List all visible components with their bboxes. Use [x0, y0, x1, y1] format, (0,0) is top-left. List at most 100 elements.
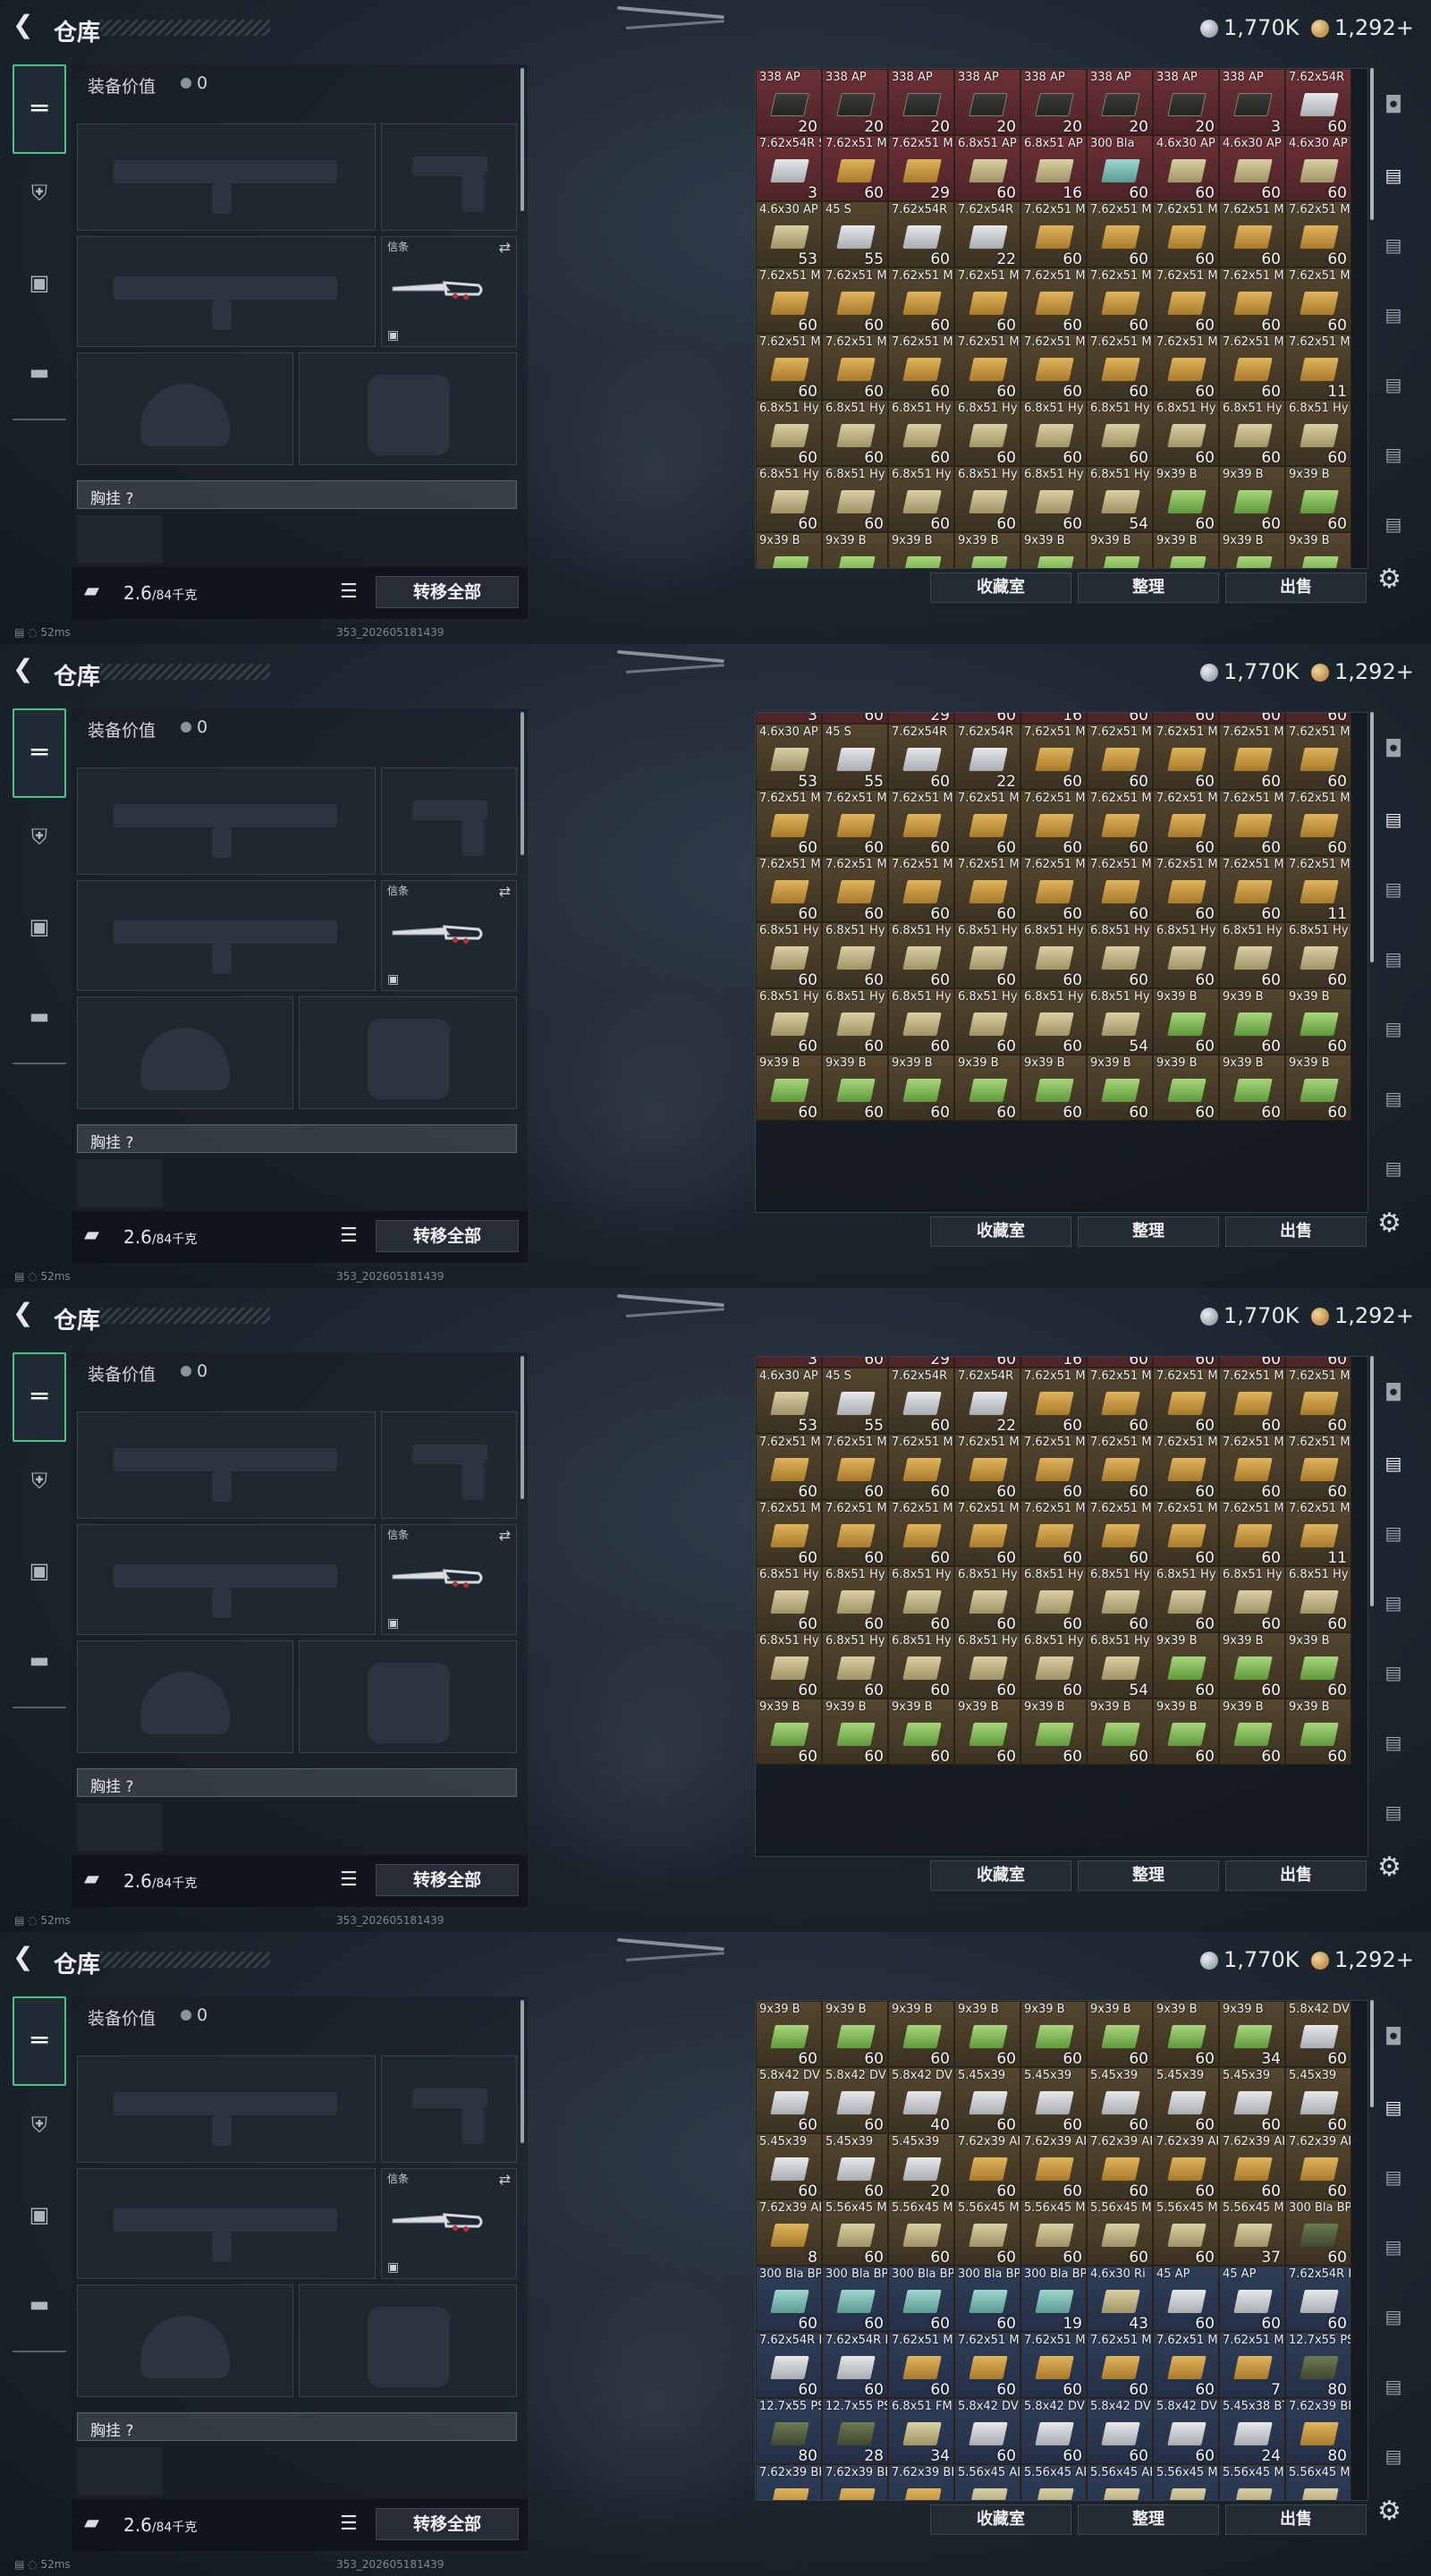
all-items-icon[interactable]: ◘: [1374, 86, 1413, 125]
secondary-weapon-slot[interactable]: [77, 880, 376, 991]
stash-item[interactable]: 7.62x51 M 60: [1285, 724, 1351, 790]
stash-item[interactable]: 9x39 B60: [954, 1055, 1020, 1121]
pistol-slot[interactable]: [381, 2055, 517, 2163]
transfer-all-button[interactable]: 转移全部: [376, 2508, 519, 2540]
swap-icon[interactable]: ⇄: [499, 239, 511, 256]
stash-item[interactable]: 9x39 B 34: [1219, 2001, 1285, 2067]
stash-item[interactable]: 7.62x51 M 60: [1219, 1434, 1285, 1500]
gear-icon[interactable]: ⚙: [1377, 564, 1401, 595]
sell-button[interactable]: 出售: [1225, 2504, 1367, 2535]
stash-item[interactable]: 6.8x51 Hy 60: [1020, 466, 1087, 532]
stash-item[interactable]: 7.62x51 M 60: [756, 1434, 822, 1500]
stash-item[interactable]: 6.8x51 Hy 60: [1285, 1566, 1351, 1632]
stash-item[interactable]: 6.8x51 Hy 60: [822, 400, 888, 466]
stash-item[interactable]: 7.62x51 M 60: [888, 1500, 954, 1566]
stash-item[interactable]: 7.62x51 M 11: [1285, 856, 1351, 922]
stash-item[interactable]: 7.62x51 M 11: [1285, 334, 1351, 400]
stash-item[interactable]: 16: [1020, 1357, 1087, 1368]
stash-item[interactable]: 7.62x51 M 60: [1087, 790, 1153, 856]
stash-item[interactable]: 6.8x51 Hy 60: [822, 1632, 888, 1699]
transfer-all-button[interactable]: 转移全部: [376, 1220, 519, 1252]
stash-item[interactable]: 12.7x55 PS 80: [1285, 2332, 1351, 2398]
stash-item[interactable]: 6.8x51 Hy 54: [1087, 1632, 1153, 1699]
sort-button[interactable]: 整理: [1078, 572, 1219, 603]
stash-item[interactable]: 7.62x51 M 60: [1219, 267, 1285, 334]
gear-icon[interactable]: ⚙: [1377, 1852, 1401, 1883]
all-items-icon[interactable]: ◘: [1374, 1374, 1413, 1413]
stash-item[interactable]: 6.8x51 Hy 60: [1087, 400, 1153, 466]
stash-item[interactable]: 7.62x51 M 60: [954, 856, 1020, 922]
stash-item[interactable]: 9x39 B60: [888, 2001, 954, 2067]
primary-weapon-slot[interactable]: [77, 2055, 376, 2163]
stash-item[interactable]: 9x39 B60: [1153, 988, 1219, 1055]
stash-item[interactable]: 7.62x54R 60: [888, 1368, 954, 1434]
silver-balance[interactable]: 1,770K: [1200, 1303, 1299, 1328]
ammo-filter-icon[interactable]: ▤: [1374, 1444, 1413, 1483]
stash-item[interactable]: 7.62x51 M 60: [954, 267, 1020, 334]
stash-item[interactable]: 5.56x45 M855A1: [1285, 2464, 1351, 2500]
stash-item[interactable]: 7.62x51 M 60: [1285, 790, 1351, 856]
stash-item[interactable]: 5.45x39 60: [1087, 2067, 1153, 2133]
sort-button[interactable]: 整理: [1078, 1860, 1219, 1891]
stash-item[interactable]: 45 S 55: [822, 724, 888, 790]
stash-item[interactable]: 7.62x51 M 60: [1020, 790, 1087, 856]
stash-item[interactable]: 9x39 B60: [1020, 1699, 1087, 1765]
stash-item[interactable]: 7.62x51 M 60: [888, 267, 954, 334]
stash-item[interactable]: 7.62x51 M 60: [888, 1434, 954, 1500]
stash-item[interactable]: 9x39 B60: [1087, 532, 1153, 568]
ammo-filter-icon[interactable]: ▤: [1374, 800, 1413, 839]
stash-item[interactable]: 5.45x38 BT 24: [1219, 2398, 1285, 2464]
armor-icon[interactable]: ⛨: [18, 816, 61, 859]
stash-item[interactable]: 4.6x30 AP 53: [756, 1368, 822, 1434]
stash-item[interactable]: 7.62x51 M 60: [888, 790, 954, 856]
pistol-slot[interactable]: [381, 123, 517, 231]
stash-item[interactable]: 7.62x51 M 60: [954, 2332, 1020, 2398]
vest-icon[interactable]: ▣: [18, 2193, 61, 2236]
stash-item[interactable]: 5.56x45 M 37: [1219, 2199, 1285, 2266]
all-items-icon[interactable]: ◘: [1374, 730, 1413, 769]
stash-item[interactable]: 9x39 B60: [1153, 1632, 1219, 1699]
gold-balance[interactable]: 1,292+: [1311, 1947, 1414, 1972]
stash-item[interactable]: 5.56x45 AP: [954, 2464, 1020, 2500]
stash-item[interactable]: 9x39 B60: [1153, 532, 1219, 568]
stash-item[interactable]: 4.6x30 AP 60: [1285, 135, 1351, 201]
stash-item[interactable]: 7.62x51 M 60: [1020, 2332, 1087, 2398]
ammo-filter-icon[interactable]: ▤: [1374, 2088, 1413, 2127]
stash-item[interactable]: 9x39 B60: [888, 1055, 954, 1121]
stash-item[interactable]: 9x39 B60: [822, 532, 888, 568]
ammo-filter-icon[interactable]: ▤: [1374, 295, 1413, 335]
stash-item[interactable]: 4.6x30 AP 53: [756, 724, 822, 790]
helmet-slot[interactable]: [77, 1640, 293, 1753]
stash-item[interactable]: 9x39 B60: [1153, 1055, 1219, 1121]
stash-item[interactable]: 6.8x51 Hy 60: [1020, 1566, 1087, 1632]
stash-item[interactable]: 9x39 B60: [822, 1699, 888, 1765]
swap-icon[interactable]: ⇄: [499, 1527, 511, 1544]
chest-rig-slot[interactable]: [77, 1803, 163, 1852]
stash-item[interactable]: 7.62x51 M 60: [822, 135, 888, 201]
stash-item[interactable]: 7.62x39 AP 60: [1153, 2133, 1219, 2199]
stash-item[interactable]: 9x39 B60: [1153, 2001, 1219, 2067]
case-icon[interactable]: ▬: [18, 351, 61, 394]
stash-item[interactable]: 7.62x51 M 60: [1219, 201, 1285, 267]
stash-item[interactable]: 7.62x51 M 60: [1153, 1500, 1219, 1566]
stash-item[interactable]: 45 S 55: [822, 1368, 888, 1434]
stash-item[interactable]: 6.8x51 Hy 60: [1153, 1566, 1219, 1632]
primary-weapon-slot[interactable]: [77, 123, 376, 231]
stash-item[interactable]: 6.8x51 Hy 60: [954, 988, 1020, 1055]
stash-item[interactable]: 7.62x51 M 60: [1087, 267, 1153, 334]
ammo-filter-icon[interactable]: ▤: [1374, 2436, 1413, 2476]
stash-item[interactable]: 4.6x30 AP 60: [1153, 135, 1219, 201]
stash-item[interactable]: 6.8x51 Hy 60: [888, 1632, 954, 1699]
armor-icon[interactable]: ⛨: [18, 2104, 61, 2147]
ammo-filter-icon[interactable]: ▤: [1374, 1079, 1413, 1118]
ammo-filter-icon[interactable]: ▤: [1374, 1513, 1413, 1553]
stash-item[interactable]: 7.62x51 M 60: [822, 334, 888, 400]
equipment-scrollbar[interactable]: [521, 2000, 524, 2143]
ammo-filter-icon[interactable]: ▤: [1374, 1583, 1413, 1623]
stash-item[interactable]: 9x39 B60: [756, 532, 822, 568]
stash-item[interactable]: 7.62x51 M 11: [1285, 1500, 1351, 1566]
ammo-filter-icon[interactable]: ▤: [1374, 1009, 1413, 1048]
stash-item[interactable]: 9x39 B60: [1153, 466, 1219, 532]
pistol-slot[interactable]: [381, 767, 517, 875]
stash-item[interactable]: 7.62x51 M 60: [954, 1500, 1020, 1566]
